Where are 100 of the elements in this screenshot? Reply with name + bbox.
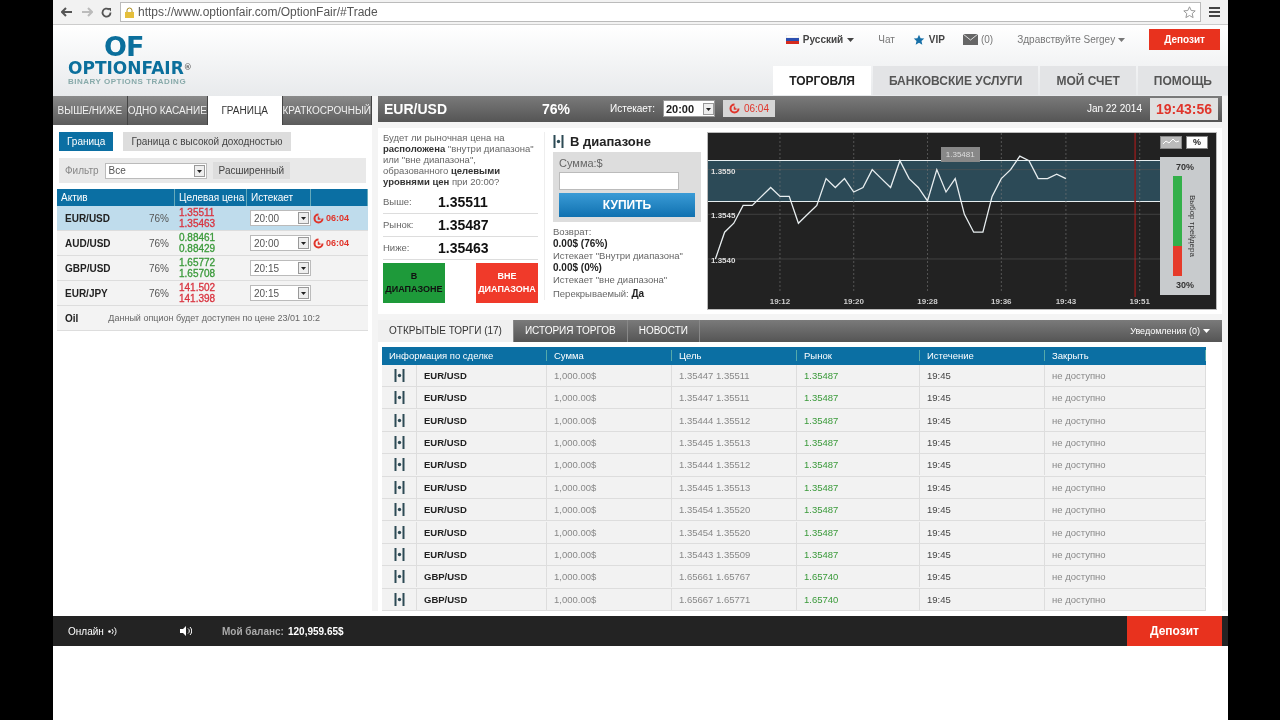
back-icon[interactable] bbox=[61, 7, 73, 17]
asset-name: AUD/USD bbox=[65, 237, 111, 249]
table-cell: 19:45 bbox=[920, 544, 1045, 565]
range-icon bbox=[393, 413, 405, 427]
table-cell: 1.35444 1.35512 bbox=[672, 454, 797, 476]
speaker-icon[interactable] bbox=[180, 626, 192, 636]
target-price: 141.398 bbox=[179, 293, 217, 304]
reload-icon[interactable] bbox=[101, 6, 112, 18]
payout-text: 76% bbox=[149, 212, 169, 224]
axis-label: 19:20 bbox=[843, 296, 864, 306]
logo-tagline: BINARY OPTIONS TRADING bbox=[68, 77, 187, 86]
target-price: 0.88461 bbox=[179, 232, 217, 243]
table-cell: 19:45 bbox=[920, 566, 1045, 588]
overlap-text: Перекрываемый: Да bbox=[553, 287, 646, 300]
advanced-button[interactable]: Расширенный bbox=[212, 162, 291, 179]
trades-tab[interactable]: ОТКРЫТЫЕ ТОРГИ (17) bbox=[378, 319, 514, 342]
chat-link[interactable]: Чат bbox=[878, 34, 895, 45]
menu-icon[interactable] bbox=[1209, 7, 1220, 17]
caret-icon bbox=[847, 37, 855, 42]
table-cell: 1,000.00$ bbox=[547, 387, 672, 409]
table-cell: не доступно bbox=[1045, 476, 1206, 498]
table-cell: 19:45 bbox=[920, 432, 1045, 454]
logo-mark: OF bbox=[104, 35, 144, 59]
mail-icon[interactable] bbox=[962, 34, 978, 45]
option-type-tab[interactable]: ВЫШЕ/НИЖЕ bbox=[53, 96, 128, 125]
table-cell: 1.35487 bbox=[797, 521, 920, 543]
option-type-tab[interactable]: ОДНО КАСАНИЕ bbox=[127, 96, 208, 125]
table-cell: 1,000.00$ bbox=[547, 476, 672, 498]
return-note: Истекает "вне диапазона" bbox=[553, 273, 669, 286]
expiry-select[interactable]: 20:15 bbox=[250, 260, 311, 276]
table-cell: не доступно bbox=[1045, 409, 1206, 431]
option-type-tab[interactable]: КРАТКОСРОЧНЫЙ bbox=[282, 96, 372, 125]
table-cell: 1.35447 1.35511 bbox=[672, 364, 797, 386]
star-icon[interactable] bbox=[1183, 5, 1196, 19]
filter-label: Фильтр bbox=[65, 165, 99, 176]
countdown-text: 06:04 bbox=[326, 213, 350, 223]
payout-text: 76% bbox=[542, 100, 572, 117]
axis-label: 19:28 bbox=[917, 296, 938, 306]
column-header: Сумма bbox=[547, 350, 672, 362]
table-cell: 1.35443 1.35509 bbox=[672, 544, 797, 565]
user-menu[interactable]: Здравствуйте Sergey bbox=[1011, 33, 1132, 46]
column-header: Информация по сделке bbox=[382, 350, 547, 362]
return-label: Возврат: bbox=[553, 225, 593, 238]
amount-field[interactable] bbox=[559, 171, 679, 190]
language-selector[interactable]: Русский bbox=[779, 33, 861, 46]
column-header: Цель bbox=[672, 350, 797, 362]
trade-asset: EUR/USD bbox=[424, 526, 467, 538]
expiry-select[interactable]: 20:15 bbox=[250, 285, 311, 301]
address-bar[interactable]: https://www.optionfair.com/OptionFair/#Trade bbox=[120, 2, 1201, 22]
trade-asset: EUR/USD bbox=[424, 481, 467, 493]
percent-button[interactable]: % bbox=[1186, 135, 1208, 149]
payout-text: 76% bbox=[149, 287, 169, 299]
vip-link[interactable]: VIP bbox=[928, 34, 945, 45]
range-icon bbox=[393, 480, 405, 494]
expiry-label: Истекает: bbox=[610, 103, 655, 115]
clock-text: 19:43:56 bbox=[1149, 97, 1218, 120]
nav-tab[interactable]: БАНКОВСКИЕ УСЛУГИ bbox=[872, 66, 1039, 95]
option-type-tab[interactable]: ГРАНИЦА bbox=[207, 96, 283, 125]
table-cell: 19:45 bbox=[920, 454, 1045, 476]
target-price: 0.88429 bbox=[179, 243, 217, 254]
buy-button[interactable]: КУПИТЬ bbox=[559, 192, 695, 217]
target-price: 141.502 bbox=[179, 282, 217, 293]
asset-row[interactable]: Oil Данный опцион будет доступен по цене 23/01 10:2 bbox=[57, 306, 368, 331]
table-cell: не доступно bbox=[1045, 566, 1206, 588]
table-cell: 1.35445 1.35513 bbox=[672, 476, 797, 498]
trades-tab[interactable]: ИСТОРИЯ ТОРГОВ bbox=[513, 319, 628, 342]
payout-text: 76% bbox=[149, 262, 169, 274]
nav-tab[interactable]: ПОМОЩЬ bbox=[1137, 66, 1228, 95]
in-range-button[interactable]: В ДИАПАЗОНЕ bbox=[383, 262, 445, 303]
line-chart-icon[interactable] bbox=[1160, 135, 1182, 149]
deposit-button[interactable]: Депозит bbox=[1149, 29, 1220, 50]
nav-tab[interactable]: МОЙ СЧЕТ bbox=[1040, 66, 1136, 95]
column-header: Рынок bbox=[797, 350, 920, 362]
balance-label: Мой баланс: bbox=[222, 625, 284, 637]
trade-asset: EUR/USD bbox=[424, 437, 467, 449]
target-price: 1.35511 bbox=[179, 207, 216, 218]
table-cell: 1,000.00$ bbox=[547, 521, 672, 543]
out-of-range-button[interactable]: ВНЕ ДИАПАЗОНА bbox=[476, 262, 538, 303]
table-cell: не доступно bbox=[1045, 499, 1206, 521]
axis-label: 1.3545 bbox=[711, 211, 736, 220]
table-cell: не доступно bbox=[1045, 521, 1206, 543]
table-cell: 1,000.00$ bbox=[547, 432, 672, 454]
table-cell: 1.35487 bbox=[797, 409, 920, 431]
subtype-tab[interactable]: Граница bbox=[59, 132, 114, 151]
subtype-tab[interactable]: Граница с высокой доходностью bbox=[123, 132, 291, 151]
nav-tab[interactable]: ТОРГОВЛЯ bbox=[773, 66, 871, 95]
table-cell: 1,000.00$ bbox=[547, 454, 672, 476]
table-cell: 1.35444 1.35512 bbox=[672, 409, 797, 431]
expiry-select[interactable]: 20:00 bbox=[662, 100, 715, 118]
asset-name: Oil bbox=[65, 312, 79, 324]
table-cell: не доступно bbox=[1045, 454, 1206, 476]
trades-tab[interactable]: НОВОСТИ bbox=[627, 319, 700, 342]
filter-select[interactable]: Все bbox=[104, 162, 207, 179]
deposit-button[interactable]: Депозит bbox=[1127, 616, 1222, 646]
trade-asset: EUR/USD bbox=[424, 414, 467, 426]
timer-icon bbox=[313, 237, 324, 249]
expiry-select[interactable]: 20:00 bbox=[250, 235, 311, 251]
notifications-menu[interactable]: Уведомления (0) bbox=[1124, 319, 1222, 342]
table-cell: не доступно bbox=[1045, 588, 1206, 610]
expiry-select[interactable]: 20:00 bbox=[250, 210, 311, 226]
